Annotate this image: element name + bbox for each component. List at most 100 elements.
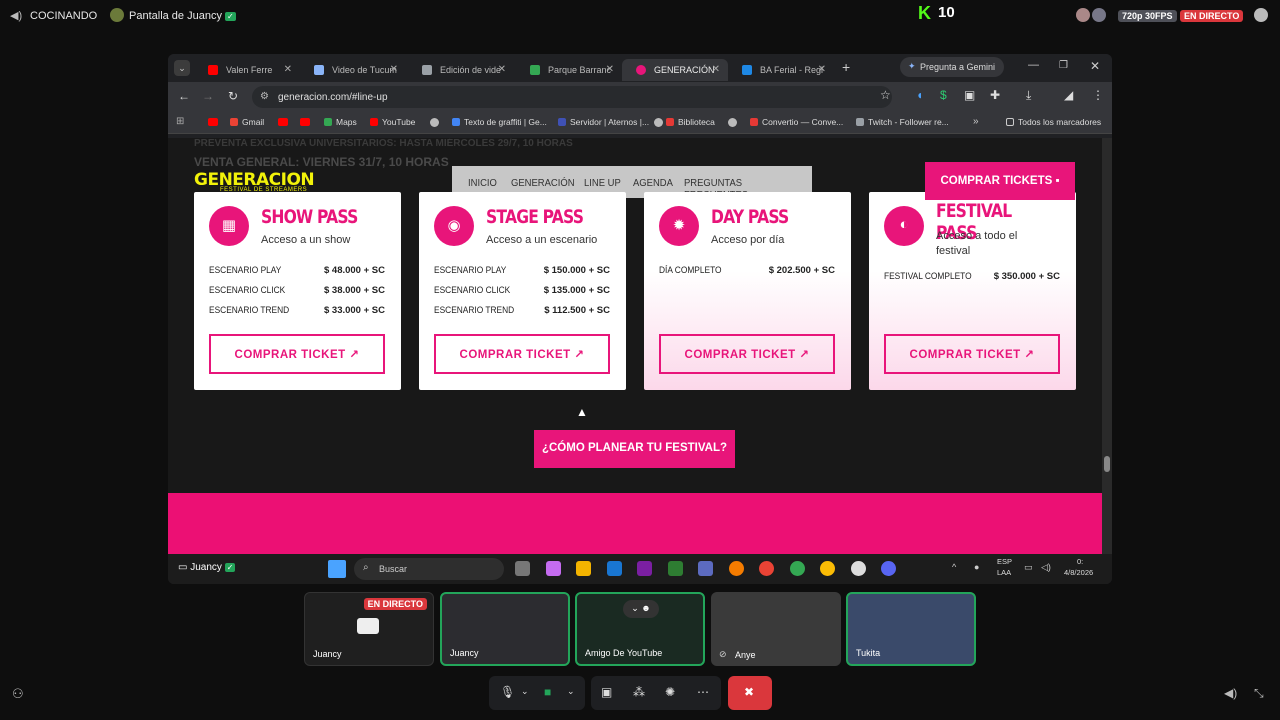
folder-icon[interactable] bbox=[576, 561, 591, 576]
bookmark-aternos[interactable]: Servidor | Aternos |... bbox=[558, 117, 649, 127]
clock-date[interactable]: 4/8/2026 bbox=[1064, 568, 1093, 577]
office-icon[interactable] bbox=[637, 561, 652, 576]
camera-icon[interactable]: ■ bbox=[544, 685, 551, 699]
bookmark-youtube[interactable]: YouTube bbox=[370, 117, 415, 127]
obs-icon[interactable] bbox=[851, 561, 866, 576]
download-icon[interactable]: ⤓ bbox=[1026, 88, 1031, 103]
copilot-icon[interactable] bbox=[546, 561, 561, 576]
tab-search-icon[interactable]: ⌄ bbox=[174, 60, 190, 76]
restore-icon[interactable]: ❐ bbox=[1059, 60, 1068, 71]
buy-ticket-button[interactable]: COMPRAR TICKET ↗ bbox=[884, 334, 1060, 374]
extension-icon[interactable]: ▣ bbox=[964, 88, 975, 102]
participant-tile[interactable]: Juancy bbox=[440, 592, 570, 666]
bookmark-star-icon[interactable]: ☆ bbox=[880, 88, 891, 102]
bookmark-maps[interactable]: Maps bbox=[324, 117, 357, 127]
url-field[interactable]: ⚙ generacion.com/#line-up bbox=[252, 86, 892, 108]
participant-tile[interactable]: Anye ⊘ bbox=[711, 592, 841, 666]
more-icon[interactable]: ⋯ bbox=[697, 685, 709, 699]
scrollbar[interactable] bbox=[1102, 138, 1112, 554]
nav-agenda[interactable]: AGENDA bbox=[633, 177, 673, 189]
leave-call-button[interactable]: ✖ bbox=[728, 676, 772, 710]
microphone-icon[interactable]: 🎙 bbox=[500, 685, 515, 699]
minimize-icon[interactable]: — bbox=[1028, 59, 1039, 71]
buy-tickets-button[interactable]: COMPRAR TICKETS ▪ bbox=[925, 162, 1075, 200]
more-bookmarks-icon[interactable]: » bbox=[973, 116, 979, 127]
site-info-icon[interactable]: ⚙ bbox=[260, 91, 269, 102]
close-icon[interactable]: ✕ bbox=[818, 64, 826, 75]
chevron-down-icon[interactable]: ⌄ bbox=[567, 686, 575, 697]
participant-tile[interactable]: ⌄ ☻ Amigo De YouTube bbox=[575, 592, 705, 666]
tab-edicion[interactable]: Edición de vide ✕ bbox=[408, 59, 514, 81]
tab-parque[interactable]: Parque Barranc ✕ bbox=[516, 59, 622, 81]
back-icon[interactable]: ← bbox=[178, 89, 190, 103]
reload-icon[interactable]: ↻ bbox=[228, 89, 238, 103]
taskbar-search[interactable]: ⌕ Buscar bbox=[354, 558, 504, 580]
mic-tray-icon[interactable]: ● bbox=[974, 562, 979, 572]
globe-icon[interactable] bbox=[430, 118, 439, 127]
clock-time[interactable]: 0: bbox=[1077, 557, 1083, 566]
apps-icon[interactable]: ⊞ bbox=[176, 116, 184, 127]
all-bookmarks[interactable]: Todos los marcadores bbox=[1006, 117, 1101, 127]
youtube-icon[interactable] bbox=[278, 118, 288, 126]
extension-icon[interactable]: ◖ bbox=[916, 88, 923, 102]
bookmark-graffiti[interactable]: Texto de graffiti | Ge... bbox=[452, 117, 547, 127]
youtube-icon[interactable] bbox=[300, 118, 310, 126]
viewer-avatar[interactable] bbox=[1076, 8, 1090, 22]
bookmark-convertio[interactable]: Convertio — Conve... bbox=[750, 117, 843, 127]
gemini-button[interactable]: ✦ Pregunta a Gemini bbox=[900, 57, 1004, 77]
activities-icon[interactable]: ⁂ bbox=[633, 685, 645, 699]
forward-icon[interactable]: → bbox=[202, 89, 214, 103]
volume-icon[interactable]: ◀) bbox=[1224, 686, 1237, 700]
profile-icon[interactable]: ◢ bbox=[1064, 88, 1073, 102]
participant-tile[interactable]: EN DIRECTO Juancy bbox=[304, 592, 434, 666]
share-screen-icon[interactable]: ▣ bbox=[601, 685, 612, 699]
nav-inicio[interactable]: INICIO bbox=[468, 177, 497, 189]
tray-chevron-icon[interactable]: ^ bbox=[952, 562, 956, 572]
youtube-icon[interactable] bbox=[208, 118, 218, 126]
buy-ticket-button[interactable]: COMPRAR TICKET ↗ bbox=[434, 334, 610, 374]
tab-baferial[interactable]: BA Ferial - Regi ✕ bbox=[728, 59, 834, 81]
chrome-icon[interactable] bbox=[820, 561, 835, 576]
close-window-icon[interactable]: ✕ bbox=[1090, 59, 1100, 73]
chat-icon[interactable] bbox=[1254, 8, 1268, 22]
viewer-avatar[interactable] bbox=[1092, 8, 1106, 22]
network-icon[interactable]: ▭ bbox=[1024, 562, 1033, 573]
bookmark-gmail[interactable]: Gmail bbox=[230, 117, 264, 127]
add-person-icon[interactable]: ⚇ bbox=[12, 686, 24, 702]
close-icon[interactable]: ✕ bbox=[712, 64, 720, 75]
nav-lineup[interactable]: LINE UP bbox=[584, 177, 621, 189]
nav-generacion[interactable]: GENERACIÓN bbox=[511, 177, 575, 189]
close-icon[interactable]: ✕ bbox=[284, 64, 292, 75]
outlook-icon[interactable] bbox=[607, 561, 622, 576]
menu-icon[interactable]: ⋮ bbox=[1092, 88, 1104, 102]
bookmark-twitch[interactable]: Twitch - Follower re... bbox=[856, 117, 949, 127]
buy-ticket-button[interactable]: COMPRAR TICKET ↗ bbox=[659, 334, 835, 374]
globe-icon[interactable] bbox=[654, 118, 663, 127]
app-icon[interactable] bbox=[729, 561, 744, 576]
extensions-puzzle-icon[interactable]: ✚ bbox=[990, 88, 1000, 102]
globe-icon[interactable] bbox=[728, 118, 737, 127]
tab-generacion[interactable]: GENERACIÓN ✕ bbox=[622, 59, 728, 81]
chrome-icon[interactable] bbox=[790, 561, 805, 576]
scrollbar-thumb[interactable] bbox=[1104, 456, 1110, 472]
exit-fullscreen-icon[interactable]: ⤡ bbox=[1254, 686, 1264, 701]
chevron-down-icon[interactable]: ⌄ bbox=[521, 686, 529, 697]
close-icon[interactable]: ✕ bbox=[498, 64, 506, 75]
extension-icon[interactable]: $ bbox=[940, 88, 947, 102]
plan-festival-button[interactable]: ¿CÓMO PLANEAR TU FESTIVAL? bbox=[534, 430, 735, 468]
bookmark-biblioteca[interactable]: Biblioteca bbox=[666, 117, 715, 127]
windows-start-icon[interactable] bbox=[328, 560, 346, 578]
lang-region[interactable]: LAA bbox=[997, 568, 1011, 577]
close-icon[interactable]: ✕ bbox=[390, 64, 398, 75]
close-icon[interactable]: ✕ bbox=[606, 64, 614, 75]
discord-icon[interactable] bbox=[881, 561, 896, 576]
tab-video[interactable]: Video de Tucum ✕ bbox=[300, 59, 406, 81]
buy-ticket-button[interactable]: COMPRAR TICKET ↗ bbox=[209, 334, 385, 374]
participant-tile[interactable]: Tukita bbox=[846, 592, 976, 666]
tile-options-icon[interactable]: ⌄ ☻ bbox=[623, 600, 659, 618]
store-icon[interactable] bbox=[668, 561, 683, 576]
teams-icon[interactable] bbox=[698, 561, 713, 576]
tab-valen[interactable]: Valen Ferre ✕ bbox=[194, 59, 300, 81]
new-tab-icon[interactable]: + bbox=[842, 59, 850, 75]
chrome-icon[interactable] bbox=[759, 561, 774, 576]
